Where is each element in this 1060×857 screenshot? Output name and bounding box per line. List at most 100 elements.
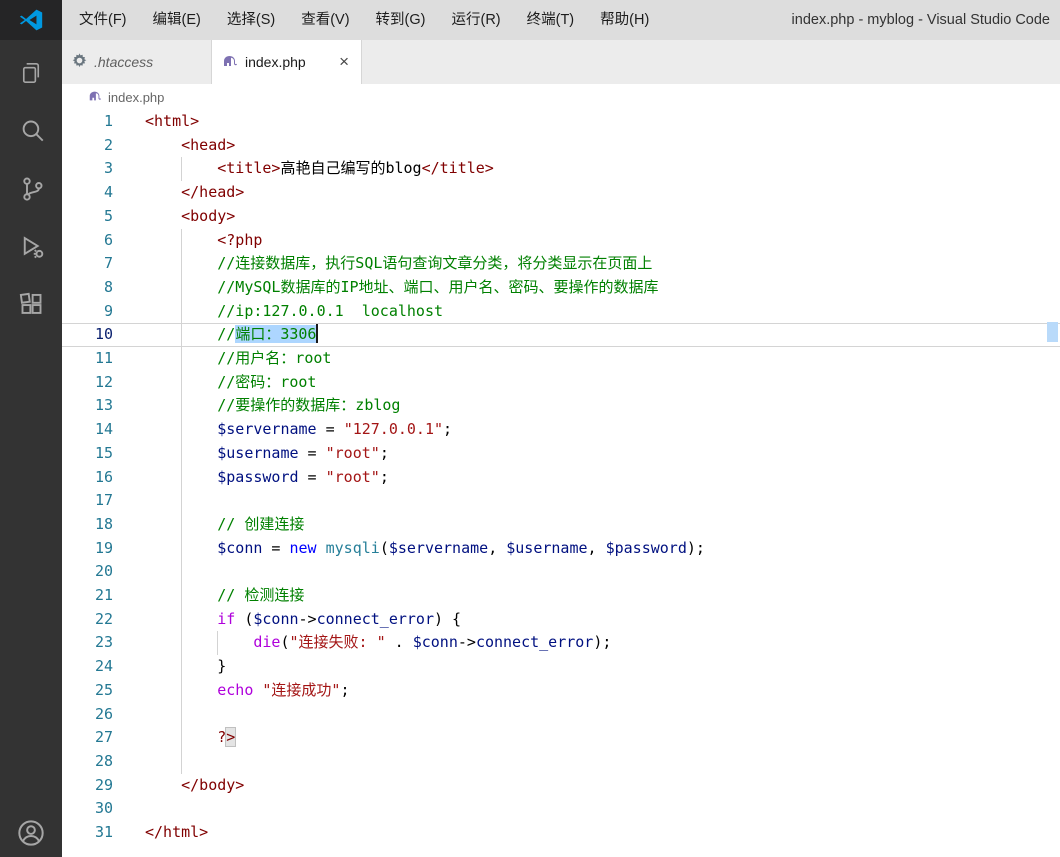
line-number[interactable]: 2	[62, 134, 145, 158]
editor-line-23[interactable]: 23 die("连接失败: " . $conn->connect_error);	[62, 631, 1060, 656]
line-number[interactable]: 31	[62, 821, 145, 845]
line-number[interactable]: 17	[62, 489, 145, 513]
editor-line-16[interactable]: 16 $password = "root";	[62, 465, 1060, 490]
editor-line-21[interactable]: 21 // 检测连接	[62, 584, 1060, 608]
code-line-content[interactable]: </body>	[145, 774, 1060, 798]
line-number[interactable]: 26	[62, 703, 145, 727]
code-line-content[interactable]: </html>	[145, 821, 1060, 845]
extensions-icon[interactable]	[7, 282, 55, 326]
code-line-content[interactable]: //MySQL数据库的IP地址、端口、用户名、密码、要操作的数据库	[145, 275, 1060, 300]
code-line-content[interactable]: //用户名：root	[145, 347, 1060, 371]
editor-line-11[interactable]: 11 //用户名：root	[62, 347, 1060, 371]
editor-line-13[interactable]: 13 //要操作的数据库：zblog	[62, 394, 1060, 419]
line-number[interactable]: 28	[62, 750, 145, 774]
line-number[interactable]: 24	[62, 655, 145, 679]
code-line-content[interactable]: $conn = new mysqli($servername, $usernam…	[145, 536, 1060, 561]
editor-line-26[interactable]: 26	[62, 702, 1060, 727]
menu-item-3[interactable]: 查看(V)	[288, 0, 362, 40]
breadcrumb-item-file[interactable]: index.php	[108, 90, 164, 105]
line-number[interactable]: 4	[62, 181, 145, 205]
editor-line-30[interactable]: 30	[62, 797, 1060, 821]
code-line-content[interactable]: //连接数据库，执行SQL语句查询文章分类，将分类显示在页面上	[145, 252, 1060, 276]
editor-line-8[interactable]: 8 //MySQL数据库的IP地址、端口、用户名、密码、要操作的数据库	[62, 275, 1060, 300]
editor-line-1[interactable]: 1 <html>	[62, 110, 1060, 134]
line-number[interactable]: 9	[62, 300, 145, 324]
editor-line-3[interactable]: 3 <title>高艳自己编写的blog</title>	[62, 157, 1060, 182]
code-line-content[interactable]: $username = "root";	[145, 441, 1060, 466]
close-icon[interactable]: ×	[337, 52, 351, 72]
line-number[interactable]: 5	[62, 205, 145, 229]
code-line-content[interactable]: </head>	[145, 181, 1060, 205]
line-number[interactable]: 11	[62, 347, 145, 371]
code-line-content[interactable]: <head>	[145, 134, 1060, 158]
line-number[interactable]: 30	[62, 797, 145, 821]
code-line-content[interactable]: //密码：root	[145, 370, 1060, 395]
code-line-content[interactable]: // 创建连接	[145, 512, 1060, 537]
editor-line-20[interactable]: 20	[62, 560, 1060, 585]
editor-line-14[interactable]: 14 $servername = "127.0.0.1";	[62, 418, 1060, 442]
breadcrumb[interactable]: index.php	[62, 84, 1060, 110]
code-line-content[interactable]: //要操作的数据库：zblog	[145, 394, 1060, 419]
line-number[interactable]: 3	[62, 157, 145, 181]
tab-index-php[interactable]: index.php ×	[212, 40, 362, 84]
editor-line-24[interactable]: 24 }	[62, 655, 1060, 679]
menu-item-6[interactable]: 终端(T)	[514, 0, 588, 40]
menu-item-5[interactable]: 运行(R)	[438, 0, 513, 40]
editor-line-27[interactable]: 27 ?>	[62, 726, 1060, 750]
code-line-content[interactable]	[145, 560, 1060, 585]
code-line-content[interactable]: <?php	[145, 228, 1060, 253]
editor-line-17[interactable]: 17	[62, 489, 1060, 513]
line-number[interactable]: 22	[62, 608, 145, 632]
editor-line-9[interactable]: 9 //ip:127.0.0.1 localhost	[62, 299, 1060, 324]
code-line-content[interactable]: <html>	[145, 110, 1060, 134]
code-line-content[interactable]: if ($conn->connect_error) {	[145, 607, 1060, 632]
menu-item-2[interactable]: 选择(S)	[214, 0, 288, 40]
editor-line-5[interactable]: 5 <body>	[62, 205, 1060, 229]
code-line-content[interactable]: ?>	[145, 726, 1060, 750]
vscode-logo[interactable]	[0, 0, 62, 40]
editor-line-18[interactable]: 18 // 创建连接	[62, 512, 1060, 537]
editor-line-6[interactable]: 6 <?php	[62, 228, 1060, 253]
code-line-content[interactable]: //端口：3306	[145, 323, 1060, 348]
editor-line-10[interactable]: 10 //端口：3306	[62, 323, 1060, 348]
code-line-content[interactable]: // 检测连接	[145, 584, 1060, 608]
editor-line-7[interactable]: 7 //连接数据库，执行SQL语句查询文章分类，将分类显示在页面上	[62, 252, 1060, 276]
code-line-content[interactable]	[145, 797, 1060, 821]
line-number[interactable]: 19	[62, 537, 145, 561]
menu-item-1[interactable]: 编辑(E)	[140, 0, 214, 40]
search-icon[interactable]	[7, 108, 55, 152]
code-line-content[interactable]: //ip:127.0.0.1 localhost	[145, 299, 1060, 324]
line-number[interactable]: 15	[62, 442, 145, 466]
editor-line-28[interactable]: 28	[62, 749, 1060, 774]
line-number[interactable]: 13	[62, 394, 145, 418]
code-editor[interactable]: 1 <html> 2 <head> 3 <title>高艳自己编写的blog</tit…	[62, 110, 1060, 845]
editor-line-31[interactable]: 31 </html>	[62, 821, 1060, 845]
line-number[interactable]: 27	[62, 726, 145, 750]
editor-line-12[interactable]: 12 //密码：root	[62, 370, 1060, 395]
tab-htaccess[interactable]: .htaccess	[62, 40, 212, 84]
line-number[interactable]: 29	[62, 774, 145, 798]
line-number[interactable]: 23	[62, 631, 145, 655]
editor-line-29[interactable]: 29 </body>	[62, 774, 1060, 798]
code-line-content[interactable]: $password = "root";	[145, 465, 1060, 490]
line-number[interactable]: 16	[62, 466, 145, 490]
line-number[interactable]: 14	[62, 418, 145, 442]
editor-line-22[interactable]: 22 if ($conn->connect_error) {	[62, 607, 1060, 632]
editor-line-2[interactable]: 2 <head>	[62, 134, 1060, 158]
menu-item-0[interactable]: 文件(F)	[66, 0, 140, 40]
explorer-icon[interactable]	[7, 50, 55, 94]
code-line-content[interactable]	[145, 749, 1060, 774]
account-icon[interactable]	[7, 811, 55, 855]
line-number[interactable]: 10	[62, 323, 145, 347]
line-number[interactable]: 20	[62, 560, 145, 584]
menu-item-7[interactable]: 帮助(H)	[587, 0, 662, 40]
code-line-content[interactable]: }	[145, 655, 1060, 679]
line-number[interactable]: 25	[62, 679, 145, 703]
line-number[interactable]: 8	[62, 276, 145, 300]
code-line-content[interactable]: die("连接失败: " . $conn->connect_error);	[145, 631, 1060, 656]
code-line-content[interactable]	[145, 489, 1060, 513]
code-line-content[interactable]	[145, 702, 1060, 727]
line-number[interactable]: 18	[62, 513, 145, 537]
editor-line-19[interactable]: 19 $conn = new mysqli($servername, $user…	[62, 536, 1060, 561]
editor-line-25[interactable]: 25 echo "连接成功";	[62, 678, 1060, 703]
